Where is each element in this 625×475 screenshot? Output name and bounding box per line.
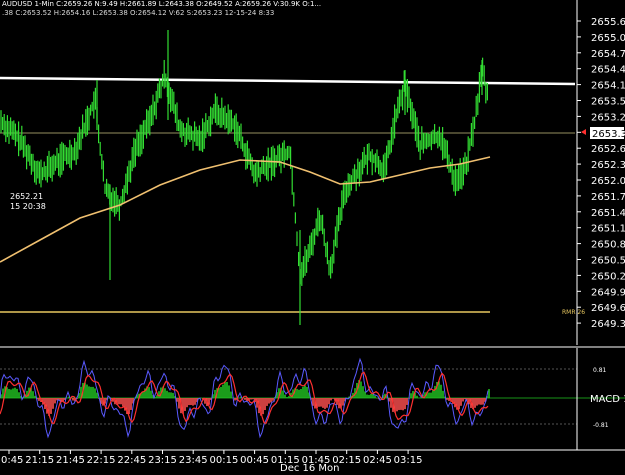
- current-price-label: 2653.35: [592, 129, 625, 140]
- price-tick-label: 2649.30: [591, 319, 625, 330]
- time-tick-label: 22:45: [117, 455, 146, 466]
- time-tick-label: 23:15: [148, 455, 177, 466]
- price-tick-label: 2653.50: [591, 97, 625, 108]
- time-tick-label: 22:15: [87, 455, 116, 466]
- price-tick-label: 2654.40: [591, 65, 625, 76]
- price-tick-label: 2649.60: [591, 303, 625, 314]
- time-tick-label: 20:45: [0, 455, 23, 466]
- current-price-marker: [581, 129, 586, 135]
- date-label: Dec 16 Mon: [280, 463, 340, 474]
- price-tick-label: 2655.60: [591, 17, 625, 28]
- time-tick-label: 03:15: [394, 455, 423, 466]
- time-tick-label: 23:45: [179, 455, 208, 466]
- level-label: RMR 26: [562, 309, 585, 316]
- price-tick-label: 2650.80: [591, 240, 625, 251]
- resistance-line[interactable]: [0, 76, 576, 86]
- time-tick-label: 02:45: [363, 455, 392, 466]
- price-panel[interactable]: 2652.21 15 20:38 RMR 26: [0, 30, 585, 325]
- price-axis[interactable]: 2655.60 2655.00 2654.70 2654.40 2654.10 2653.…: [576, 0, 625, 345]
- price-tick-label: 2649.90: [591, 287, 625, 298]
- price-candles: [0, 30, 488, 325]
- crosshair-price-label: 2652.21: [10, 192, 43, 201]
- price-tick-label: 2653.20: [591, 112, 625, 123]
- price-tick-label: 2652.60: [591, 144, 625, 155]
- price-tick-label: 2651.10: [591, 224, 625, 235]
- price-tick-label: 2652.30: [591, 160, 625, 171]
- price-tick-label: 2654.70: [591, 49, 625, 60]
- time-tick-label: 21:15: [25, 455, 54, 466]
- macd-lower-label: -0.81: [593, 422, 609, 429]
- price-tick-label: 2655.00: [591, 33, 625, 44]
- time-axis[interactable]: 20:4521:1521:4522:1522:4523:1523:4500:15…: [0, 449, 625, 474]
- price-tick-label: 2651.40: [591, 208, 625, 219]
- price-tick-label: 2652.00: [591, 176, 625, 187]
- time-tick-label: 00:15: [209, 455, 238, 466]
- macd-label: MACD 1: [590, 394, 625, 405]
- crosshair-time-label: 15 20:38: [10, 202, 46, 211]
- price-tick-label: 2654.10: [591, 81, 625, 92]
- price-tick-label: 2650.50: [591, 256, 625, 267]
- macd-upper-label: 0.81: [593, 367, 607, 374]
- moving-average-line: [0, 156, 491, 263]
- trading-chart[interactable]: AUDUSD 1-Min C:2659.26 N:9.49 H:2661.89 …: [0, 0, 625, 475]
- price-tick-label: 2651.70: [591, 192, 625, 203]
- time-tick-label: 00:45: [240, 455, 269, 466]
- macd-panel[interactable]: 0.81 -0.81 MACD 1: [0, 348, 625, 450]
- price-tick-label: 2650.20: [591, 271, 625, 282]
- time-tick-label: 21:45: [56, 455, 85, 466]
